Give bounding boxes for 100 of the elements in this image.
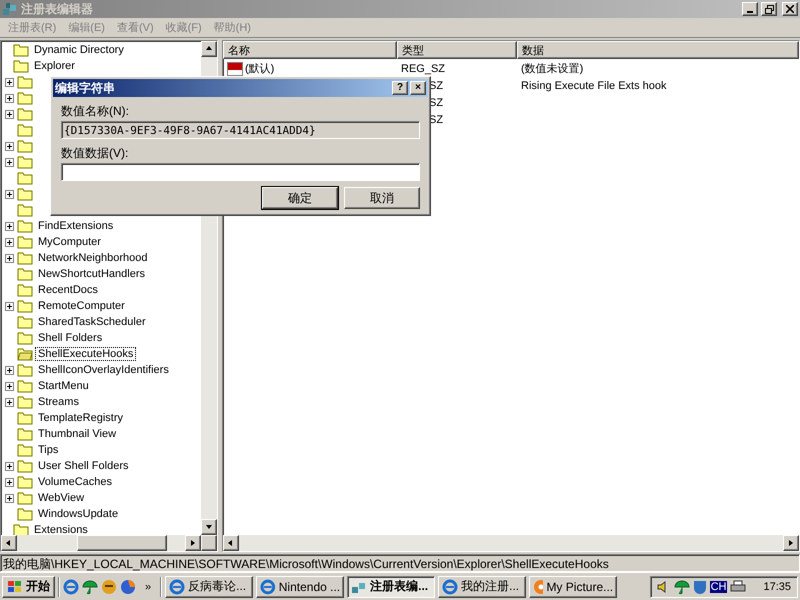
tree-item[interactable]: TemplateRegistry: [35, 411, 126, 425]
printer-icon: [730, 580, 746, 594]
taskbar-button[interactable]: 我的注册...: [438, 576, 526, 598]
folder-icon: [17, 235, 33, 249]
left-arrow-icon: [227, 539, 235, 547]
tree-item[interactable]: User Shell Folders: [35, 459, 132, 473]
restore-button[interactable]: [761, 2, 777, 16]
horizontal-scrollbar[interactable]: [223, 535, 799, 551]
globe-e-icon: [63, 578, 79, 594]
taskbar-button[interactable]: 注册表编...: [347, 576, 436, 598]
folder-icon: [17, 427, 33, 441]
ok-button[interactable]: 确定: [262, 187, 338, 209]
folder-icon: [17, 267, 33, 281]
tree-item[interactable]: NewShortcutHandlers: [35, 267, 148, 281]
windows-flag-icon: [7, 580, 23, 594]
folder-icon: [17, 107, 33, 121]
tree-item[interactable]: SharedTaskScheduler: [35, 315, 149, 329]
open-folder-icon: [17, 347, 33, 361]
tree-item[interactable]: RemoteComputer: [35, 299, 128, 313]
folder-icon: [13, 59, 29, 73]
tree-item[interactable]: ShellIconOverlayIdentifiers: [35, 363, 172, 377]
column-header[interactable]: 名称: [223, 41, 397, 59]
value-name-field[interactable]: {D157330A-9EF3-49F8-9A67-4141AC41ADD4}: [61, 121, 420, 139]
tree-item[interactable]: NetworkNeighborhood: [35, 251, 150, 265]
globe-e-icon: [442, 578, 458, 594]
tree-item[interactable]: Extensions: [31, 523, 91, 535]
tree-item[interactable]: Explorer: [31, 59, 78, 73]
value-type: REG_SZ: [401, 62, 446, 74]
umbrella-icon: [674, 578, 690, 594]
expand-icon[interactable]: [5, 190, 14, 198]
close-button[interactable]: [782, 2, 798, 16]
tree-item[interactable]: RecentDocs: [35, 283, 101, 297]
up-arrow-icon: [205, 45, 213, 53]
tree-item[interactable]: Shell Folders: [35, 331, 106, 345]
tree-item[interactable]: FindExtensions: [35, 219, 116, 233]
taskbar-button[interactable]: 反病毒论...: [165, 576, 254, 598]
tree-item[interactable]: ShellExecuteHooks: [35, 347, 136, 361]
expand-icon[interactable]: [5, 238, 14, 246]
expand-icon[interactable]: [5, 398, 14, 406]
value-data: (数值未设置): [521, 62, 584, 76]
folder-icon: [17, 251, 33, 265]
folder-icon: [17, 443, 33, 457]
registry-cubes-icon: [2, 1, 18, 17]
folder-icon: [17, 459, 33, 473]
window-title: 注册表编辑器: [21, 0, 94, 18]
folder-icon: [17, 475, 33, 489]
help-button[interactable]: ?: [392, 81, 408, 95]
taskbar-button[interactable]: Nintendo ...: [256, 576, 344, 598]
expand-icon[interactable]: [5, 462, 14, 470]
tree-item[interactable]: Thumbnail View: [35, 427, 120, 441]
folder-icon: [17, 331, 33, 345]
folder-icon: [17, 203, 33, 217]
expand-icon[interactable]: [5, 494, 14, 502]
folder-icon: [17, 219, 33, 233]
value-name: (默认): [245, 62, 274, 76]
shield-icon: [692, 578, 707, 594]
right-arrow-icon: [787, 539, 795, 547]
folder-icon: [17, 379, 33, 393]
start-button[interactable]: 开始: [2, 576, 55, 598]
folder-icon: [17, 395, 33, 409]
column-header[interactable]: 数据: [517, 41, 799, 59]
left-arrow-icon: [5, 539, 13, 547]
expand-icon[interactable]: [5, 478, 14, 486]
expand-icon[interactable]: [5, 78, 14, 86]
more-chevron[interactable]: »: [139, 580, 158, 592]
horizontal-scrollbar[interactable]: [1, 535, 217, 551]
restore-icon: [764, 4, 774, 14]
tree-item[interactable]: MyComputer: [35, 235, 104, 249]
expand-icon[interactable]: [5, 110, 14, 118]
close-button[interactable]: ×: [410, 81, 426, 95]
folder-icon: [17, 155, 33, 169]
clock: 17:35: [763, 580, 791, 592]
folder-icon: [17, 139, 33, 153]
language-indicator[interactable]: CH: [710, 580, 728, 592]
folder-icon: [17, 507, 33, 521]
down-arrow-icon: [205, 523, 213, 531]
expand-icon[interactable]: [5, 366, 14, 374]
folder-icon: [17, 171, 33, 185]
taskbar-button[interactable]: My Picture...: [529, 576, 618, 598]
expand-icon[interactable]: [5, 94, 14, 102]
expand-icon[interactable]: [5, 222, 14, 230]
column-header[interactable]: 类型: [397, 41, 517, 59]
folder-icon: [17, 283, 33, 297]
expand-icon[interactable]: [5, 158, 14, 166]
expand-icon[interactable]: [5, 254, 14, 262]
tree-item[interactable]: Tips: [35, 443, 62, 457]
expand-icon[interactable]: [5, 382, 14, 390]
tree-item[interactable]: VolumeCaches: [35, 475, 115, 489]
tree-item[interactable]: WebView: [35, 491, 88, 505]
expand-icon[interactable]: [5, 302, 14, 310]
folder-icon: [17, 91, 33, 105]
tree-item[interactable]: WindowsUpdate: [35, 507, 122, 521]
value-data-field[interactable]: [61, 163, 420, 181]
cancel-button[interactable]: 取消: [344, 187, 420, 209]
folder-icon: [17, 491, 33, 505]
tree-item[interactable]: StartMenu: [35, 379, 92, 393]
tree-item[interactable]: Dynamic Directory: [31, 43, 127, 57]
minimize-button[interactable]: [742, 2, 758, 16]
expand-icon[interactable]: [5, 142, 14, 150]
tree-item[interactable]: Streams: [35, 395, 82, 409]
